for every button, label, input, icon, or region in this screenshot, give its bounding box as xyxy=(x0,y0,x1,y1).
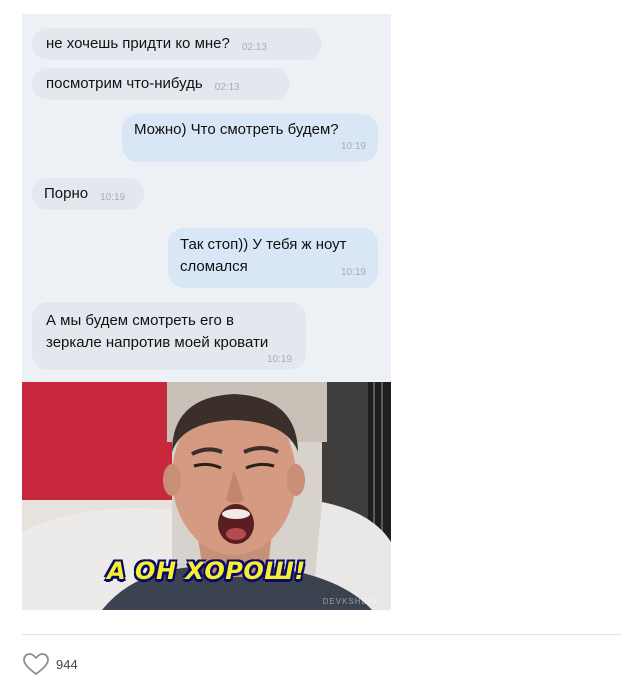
message-timestamp: 10:19 xyxy=(340,267,366,278)
message-timestamp: 10:19 xyxy=(100,192,126,203)
message-text-line: зеркале напротив моей кровати xyxy=(46,334,269,351)
message-text-line: А мы будем смотреть его в xyxy=(46,312,234,329)
incoming-message: А мы будем смотреть его в зеркале напрот… xyxy=(32,302,306,370)
message-text: Можно) Что смотреть будем? xyxy=(134,121,339,138)
message-text-line: сломался xyxy=(180,258,248,275)
chat-screenshot: не хочешь придти ко мне? 02:13 посмотрим … xyxy=(22,14,391,382)
meme-image: А ОН ХОРОШ! DEVKSHEAR xyxy=(22,382,391,610)
incoming-message: не хочешь придти ко мне? 02:13 xyxy=(32,28,322,60)
post-divider xyxy=(22,634,622,635)
outgoing-message: Так стоп)) У тебя ж ноут сломался 10:19 xyxy=(168,228,378,288)
message-timestamp: 10:19 xyxy=(340,141,366,152)
heart-icon[interactable] xyxy=(22,652,50,676)
message-timestamp: 02:13 xyxy=(214,82,240,93)
like-bar: 944 xyxy=(22,650,78,678)
message-timestamp: 02:13 xyxy=(241,42,267,53)
like-count: 944 xyxy=(56,656,78,672)
message-text-line: Так стоп)) У тебя ж ноут xyxy=(180,236,347,253)
incoming-message: Порно 10:19 xyxy=(32,178,144,210)
message-timestamp: 10:19 xyxy=(266,354,292,365)
message-text: Порно xyxy=(44,185,89,202)
outgoing-message: Можно) Что смотреть будем? 10:19 xyxy=(122,114,378,162)
message-text: посмотрим что-нибудь xyxy=(46,75,203,92)
message-text: не хочешь придти ко мне? xyxy=(46,35,230,52)
meme-caption: А ОН ХОРОШ! xyxy=(107,557,306,585)
incoming-message: посмотрим что-нибудь 02:13 xyxy=(32,68,290,100)
meme-watermark: DEVKSHEAR xyxy=(322,597,381,606)
